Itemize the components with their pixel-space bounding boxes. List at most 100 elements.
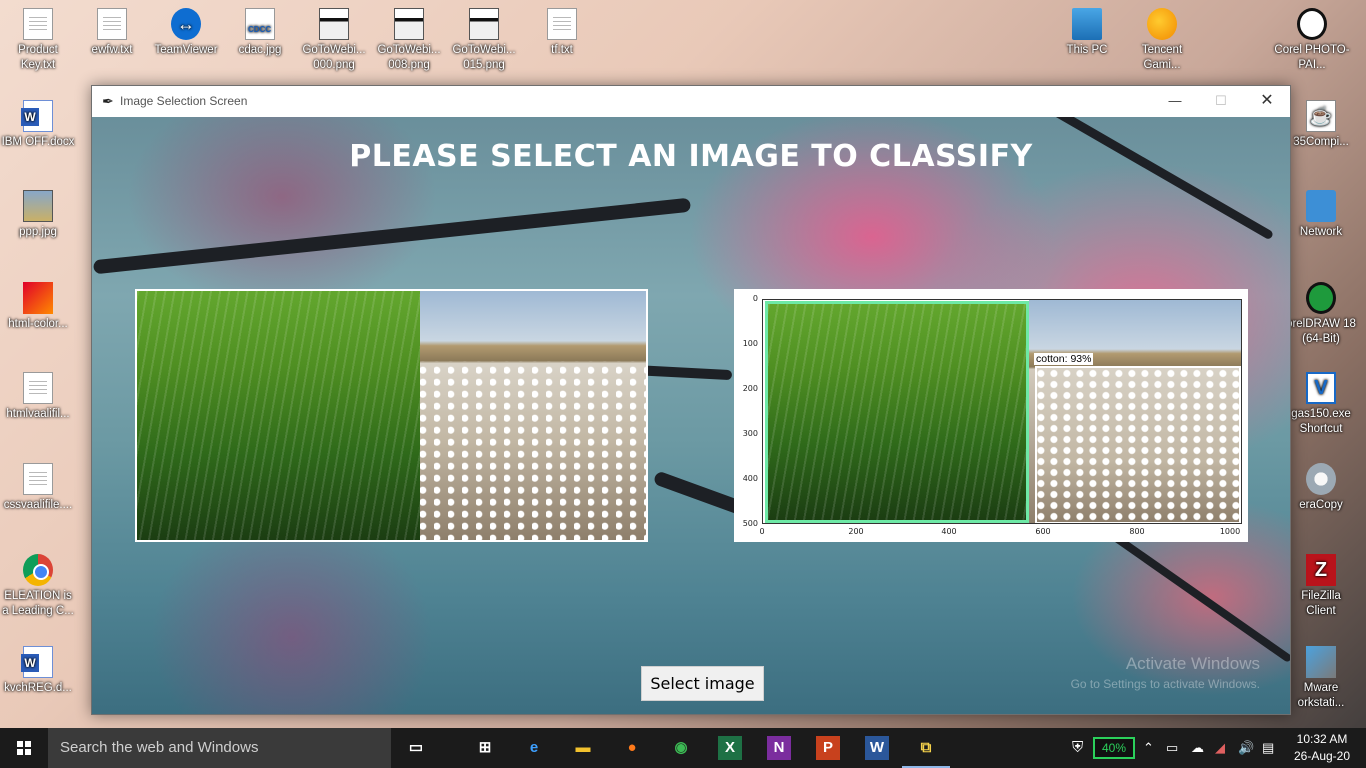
desktop-icon-tencent[interactable]: Tencent Gami... bbox=[1124, 8, 1200, 73]
desktop-icon-label: Corel PHOTO-PAI... bbox=[1274, 44, 1350, 71]
desktop-icon-ppp[interactable]: ppp.jpg bbox=[0, 190, 76, 240]
desktop-icon-label: eraCopy bbox=[1299, 499, 1343, 511]
corel-photo-icon bbox=[1297, 8, 1327, 40]
desktop-icon-kvchreg[interactable]: kvchREG.d... bbox=[0, 646, 76, 696]
taskbar-clock[interactable]: 10:32 AM 26-Aug-20 bbox=[1287, 731, 1357, 765]
firefox-icon[interactable]: ● bbox=[620, 736, 644, 760]
volume-icon[interactable]: 🔊 bbox=[1238, 728, 1254, 768]
tencent-icon bbox=[1147, 8, 1177, 40]
excel-icon[interactable]: X bbox=[718, 736, 742, 760]
y-tick-label: 400 bbox=[742, 474, 758, 483]
watermark-title: Activate Windows bbox=[1125, 654, 1260, 673]
taskbar-search-input[interactable]: Search the web and Windows bbox=[48, 728, 391, 768]
image-file-icon bbox=[245, 8, 275, 40]
y-tick-label: 100 bbox=[742, 339, 758, 348]
window-titlebar[interactable]: ✒ Image Selection Screen — ☐ ✕ bbox=[92, 86, 1290, 117]
desktop-icon-ibm-off[interactable]: IBM OFF.docx bbox=[0, 100, 76, 150]
desktop-icon-eleation[interactable]: ELEATION is a Leading C... bbox=[0, 554, 76, 619]
desktop-icon-network[interactable]: Network bbox=[1286, 190, 1356, 240]
select-image-button[interactable]: Select image bbox=[641, 666, 764, 701]
desktop-icon-this-pc[interactable]: This PC bbox=[1049, 8, 1125, 58]
color-image-icon bbox=[23, 282, 53, 314]
text-file-icon bbox=[97, 8, 127, 40]
file-explorer-icon[interactable]: ▬ bbox=[571, 736, 595, 760]
y-tick-label: 300 bbox=[742, 429, 758, 438]
java-icon bbox=[1306, 100, 1336, 132]
desktop-icon-coreldraw[interactable]: orelDRAW 18 (64-Bit) bbox=[1286, 282, 1356, 347]
desktop-icon-gotowebi-000[interactable]: GoToWebi... 000.png bbox=[296, 8, 372, 73]
desktop-icon-label: gas150.exe Shortcut bbox=[1291, 408, 1351, 435]
tree-branch bbox=[1009, 117, 1275, 241]
desktop-icon-label: Tencent Gami... bbox=[1141, 44, 1183, 71]
show-hidden-icons-icon[interactable]: ⌃ bbox=[1143, 728, 1154, 768]
selected-image-panel bbox=[135, 289, 648, 542]
desktop-icon-label: ppp.jpg bbox=[19, 226, 57, 238]
background-canvas: PLEASE SELECT AN IMAGE TO CLASSIFY cotto… bbox=[92, 117, 1290, 714]
x-tick-label: 200 bbox=[848, 527, 864, 536]
desktop-icon-java[interactable]: 35Compi... bbox=[1286, 100, 1356, 150]
network-icon bbox=[1306, 190, 1336, 222]
teracopy-icon bbox=[1306, 463, 1336, 495]
desktop-icon-vmware[interactable]: Mware orkstati... bbox=[1286, 646, 1356, 711]
text-file-icon bbox=[547, 8, 577, 40]
desktop-icon-html-color[interactable]: html-color... bbox=[0, 282, 76, 332]
desktop-icon-label: tf.txt bbox=[551, 44, 573, 56]
desktop-icon-gotowebi-008[interactable]: GoToWebi... 008.png bbox=[371, 8, 447, 73]
page-heading: PLEASE SELECT AN IMAGE TO CLASSIFY bbox=[349, 139, 1033, 174]
desktop-icon-cdac[interactable]: cdac.jpg bbox=[222, 8, 298, 58]
desktop-icon-label: ELEATION is a Leading C... bbox=[2, 590, 74, 617]
watermark-subtitle: Go to Settings to activate Windows. bbox=[1070, 677, 1260, 691]
clock-date: 26-Aug-20 bbox=[1293, 749, 1351, 763]
desktop-icon-label: orelDRAW 18 (64-Bit) bbox=[1286, 318, 1356, 345]
desktop-icon-product-key[interactable]: Product Key.txt bbox=[0, 8, 76, 73]
onedrive-icon[interactable]: ☁ bbox=[1191, 728, 1204, 768]
desktop-icon-label: FileZilla Client bbox=[1301, 590, 1341, 617]
desktop-icon-teracopy[interactable]: eraCopy bbox=[1286, 463, 1356, 513]
minimize-button[interactable]: — bbox=[1152, 86, 1198, 117]
text-file-icon bbox=[23, 8, 53, 40]
start-button[interactable] bbox=[0, 728, 48, 768]
image-file-icon bbox=[394, 8, 424, 40]
desktop-icon-gotowebi-015[interactable]: GoToWebi... 015.png bbox=[446, 8, 522, 73]
close-button[interactable]: ✕ bbox=[1244, 86, 1290, 117]
desktop-icon-label: htmlvaalifil... bbox=[6, 408, 70, 420]
store-icon[interactable]: ⊞ bbox=[473, 736, 497, 760]
desktop-icon-label: ewfw.txt bbox=[91, 44, 133, 56]
network-status-icon[interactable]: ◢ bbox=[1215, 728, 1225, 768]
powerpoint-icon[interactable]: P bbox=[816, 736, 840, 760]
coreldraw-icon bbox=[1306, 282, 1336, 314]
cotton-detection-box bbox=[1035, 366, 1241, 523]
edge-icon[interactable]: e bbox=[522, 736, 546, 760]
action-center-icon[interactable]: ▤ bbox=[1262, 728, 1274, 768]
desktop-icon-label: html-color... bbox=[8, 318, 68, 330]
onenote-icon[interactable]: N bbox=[767, 736, 791, 760]
desktop-icon-label: IBM OFF.docx bbox=[1, 136, 75, 148]
word-icon[interactable]: W bbox=[865, 736, 889, 760]
desktop-icon-label: 35Compi... bbox=[1293, 136, 1349, 148]
text-file-icon bbox=[23, 372, 53, 404]
defender-icon[interactable]: ⛨ bbox=[1072, 728, 1083, 768]
desktop-icon-label: Mware orkstati... bbox=[1297, 682, 1345, 709]
desktop-icon-htmlvaalifil[interactable]: htmlvaalifil... bbox=[0, 372, 76, 422]
desktop-icon-corel-photo[interactable]: Corel PHOTO-PAI... bbox=[1274, 8, 1350, 73]
maximize-button[interactable]: ☐ bbox=[1198, 86, 1244, 117]
word-doc-icon bbox=[21, 100, 53, 132]
desktop-icon-ewfw[interactable]: ewfw.txt bbox=[74, 8, 150, 58]
desktop-icon-label: Product Key.txt bbox=[18, 44, 58, 71]
desktop-icon-tf[interactable]: tf.txt bbox=[524, 8, 600, 58]
tk-feather-icon: ✒ bbox=[102, 93, 114, 109]
desktop-icon-gas150[interactable]: gas150.exe Shortcut bbox=[1286, 372, 1356, 437]
desktop-icon-cssvaalifile[interactable]: cssvaalifile.... bbox=[0, 463, 76, 513]
v-app-icon bbox=[1306, 372, 1336, 404]
plot-axes: cotton: 93% bbox=[762, 299, 1242, 524]
x-tick-label: 0 bbox=[759, 527, 765, 536]
python-icon[interactable]: ⧉ bbox=[902, 736, 950, 768]
detection-label: cotton: 93% bbox=[1034, 353, 1094, 365]
desktop-icon-teamviewer[interactable]: TeamViewer bbox=[148, 8, 224, 58]
desktop-icon-label: GoToWebi... 000.png bbox=[302, 44, 366, 71]
battery-indicator[interactable]: 40% bbox=[1093, 737, 1135, 759]
chrome-taskbar-icon[interactable]: ◉ bbox=[669, 736, 693, 760]
desktop-icon-filezilla[interactable]: FileZilla Client bbox=[1286, 554, 1356, 619]
power-icon[interactable]: ▭ bbox=[1166, 728, 1178, 768]
task-view-icon[interactable]: ▭ bbox=[404, 736, 428, 760]
